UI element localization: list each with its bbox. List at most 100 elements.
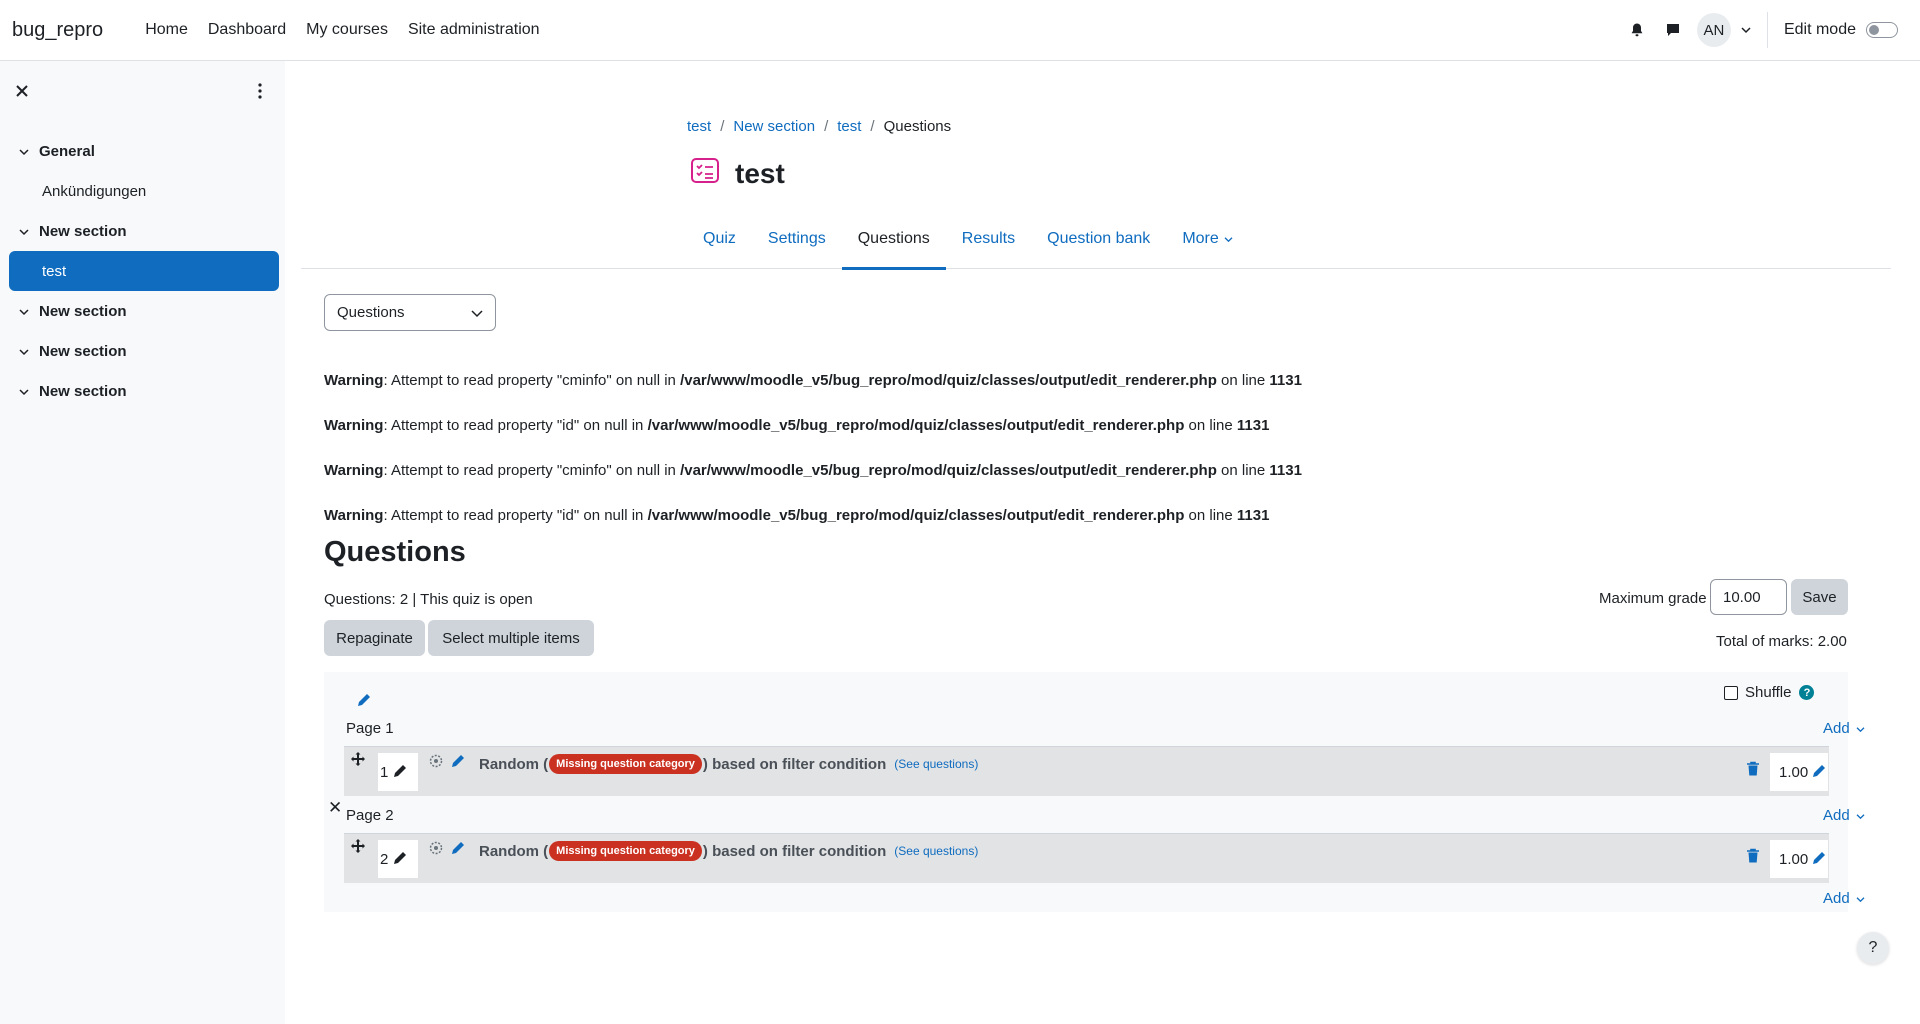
php-warning: Warning: Attempt to read property "id" o… bbox=[324, 417, 1270, 434]
breadcrumb-section[interactable]: New section bbox=[733, 118, 815, 135]
chevron-down-icon bbox=[471, 305, 483, 322]
tab-more-label: More bbox=[1182, 230, 1219, 247]
breadcrumb-course[interactable]: test bbox=[687, 118, 711, 135]
trash-icon[interactable] bbox=[1746, 848, 1760, 869]
nav-site-administration[interactable]: Site administration bbox=[398, 21, 550, 39]
php-warning: Warning: Attempt to read property "cminf… bbox=[324, 462, 1302, 479]
chevron-down-icon[interactable] bbox=[19, 143, 29, 160]
see-questions-link[interactable]: (See questions) bbox=[894, 757, 978, 771]
shuffle-checkbox[interactable] bbox=[1724, 685, 1738, 700]
trash-icon[interactable] bbox=[1746, 761, 1760, 782]
page-header: test bbox=[689, 155, 785, 192]
missing-category-badge: Missing question category bbox=[549, 841, 702, 861]
site-brand[interactable]: bug_repro bbox=[12, 19, 103, 42]
ci-section-new-section[interactable]: New section bbox=[9, 371, 279, 411]
quiz-status: Questions: 2 | This quiz is open bbox=[324, 591, 533, 608]
chevron-down-icon[interactable] bbox=[19, 303, 29, 320]
page-title: test bbox=[735, 157, 785, 189]
chevron-down-icon bbox=[1856, 720, 1865, 737]
repaginate-button[interactable]: Repaginate bbox=[324, 620, 425, 656]
ci-section-general[interactable]: General bbox=[9, 131, 279, 171]
see-questions-link[interactable]: (See questions) bbox=[894, 844, 978, 858]
total-marks: Total of marks: 2.00 bbox=[1716, 633, 1847, 650]
tab-results[interactable]: Results bbox=[946, 209, 1031, 269]
add-menu-page-1[interactable]: Add bbox=[1823, 720, 1865, 737]
shuffle-label: Shuffle bbox=[1745, 684, 1792, 701]
shuffle-control: Shuffle ? bbox=[1724, 684, 1815, 701]
primary-navigation: Home Dashboard My courses Site administr… bbox=[135, 21, 549, 39]
close-icon[interactable] bbox=[12, 81, 32, 101]
pencil-icon[interactable] bbox=[450, 840, 466, 861]
messages-icon[interactable] bbox=[1655, 12, 1691, 48]
chevron-down-icon bbox=[1856, 807, 1865, 824]
main-content: test / New section / test / Questions te… bbox=[285, 61, 1920, 1024]
question-mark[interactable]: 1.00 bbox=[1770, 840, 1828, 878]
user-avatar[interactable]: AN bbox=[1696, 13, 1731, 47]
tab-settings[interactable]: Settings bbox=[752, 209, 842, 269]
question-name: Random (Missing question category) based… bbox=[479, 754, 979, 774]
question-slot: 2 Random (Missing question category) bas… bbox=[344, 833, 1829, 883]
secondary-navigation: Quiz Settings Questions Results Question… bbox=[301, 209, 1891, 270]
tab-quiz[interactable]: Quiz bbox=[687, 209, 752, 269]
tab-questions[interactable]: Questions bbox=[841, 209, 946, 270]
ci-section-new-section[interactable]: New section bbox=[9, 211, 279, 251]
nav-my-courses[interactable]: My courses bbox=[296, 21, 398, 39]
quiz-icon bbox=[689, 155, 721, 192]
add-menu-page-2[interactable]: Add bbox=[1823, 807, 1865, 824]
ci-section-new-section[interactable]: New section bbox=[9, 331, 279, 371]
pencil-icon[interactable] bbox=[356, 692, 372, 713]
edit-mode-toggle[interactable] bbox=[1866, 22, 1898, 38]
question-mark[interactable]: 1.00 bbox=[1770, 753, 1828, 791]
help-icon[interactable]: ? bbox=[1799, 685, 1815, 700]
maximum-grade-input[interactable]: 10.00 bbox=[1710, 579, 1787, 615]
more-options-icon[interactable] bbox=[250, 81, 270, 101]
slot-number[interactable]: 1 bbox=[378, 753, 418, 791]
help-button[interactable]: ? bbox=[1857, 932, 1889, 964]
nav-home[interactable]: Home bbox=[135, 21, 198, 39]
ci-item-ankuendigungen[interactable]: Ankündigungen bbox=[9, 171, 279, 211]
tab-question-bank[interactable]: Question bank bbox=[1031, 209, 1166, 269]
nav-dashboard[interactable]: Dashboard bbox=[198, 21, 296, 39]
pencil-icon[interactable] bbox=[392, 850, 408, 870]
ci-section-label: New section bbox=[39, 382, 127, 400]
ci-section-label: General bbox=[39, 142, 95, 160]
chevron-down-icon[interactable] bbox=[19, 383, 29, 400]
navbar-right: AN Edit mode bbox=[1619, 0, 1898, 60]
pencil-icon[interactable] bbox=[392, 763, 408, 783]
slot-number[interactable]: 2 bbox=[378, 840, 418, 878]
add-menu-end[interactable]: Add bbox=[1823, 890, 1865, 907]
chevron-down-icon[interactable] bbox=[1741, 21, 1751, 39]
questions-navigation-select[interactable]: Questions bbox=[324, 294, 496, 331]
missing-category-badge: Missing question category bbox=[549, 754, 702, 774]
top-navbar: bug_repro Home Dashboard My courses Site… bbox=[0, 0, 1920, 61]
breadcrumb-current: Questions bbox=[883, 118, 952, 135]
question-slot: 1 Random (Missing question category) bas… bbox=[344, 746, 1829, 796]
breadcrumb-quiz[interactable]: test bbox=[837, 118, 861, 135]
ci-item-test-active[interactable]: test bbox=[9, 251, 279, 291]
remove-page-break-icon[interactable]: ✕ bbox=[328, 798, 342, 818]
pencil-icon[interactable] bbox=[1811, 850, 1827, 870]
ci-section-new-section[interactable]: New section bbox=[9, 291, 279, 331]
pencil-icon[interactable] bbox=[1811, 763, 1827, 783]
chevron-down-icon[interactable] bbox=[19, 343, 29, 360]
page-2-label: Page 2 bbox=[346, 807, 394, 824]
chevron-down-icon[interactable] bbox=[19, 223, 29, 240]
navbar-divider bbox=[1766, 12, 1768, 48]
save-button[interactable]: Save bbox=[1791, 579, 1848, 615]
random-question-icon bbox=[428, 753, 444, 774]
question-name: Random (Missing question category) based… bbox=[479, 841, 979, 861]
questions-heading: Questions bbox=[324, 536, 466, 568]
bell-icon[interactable] bbox=[1619, 12, 1655, 48]
move-icon[interactable] bbox=[350, 751, 366, 772]
pencil-icon[interactable] bbox=[450, 753, 466, 774]
tab-more[interactable]: More bbox=[1166, 209, 1248, 269]
ci-section-label: New section bbox=[39, 302, 127, 320]
php-warning: Warning: Attempt to read property "cminf… bbox=[324, 372, 1302, 389]
select-multiple-button[interactable]: Select multiple items bbox=[428, 620, 594, 656]
page-1-label: Page 1 bbox=[346, 720, 394, 737]
quiz-edit-panel: Shuffle ? Page 1 Add 1 Random (Missing q bbox=[324, 672, 1865, 912]
random-question-icon bbox=[428, 840, 444, 861]
move-icon[interactable] bbox=[350, 838, 366, 859]
chevron-down-icon bbox=[1224, 230, 1233, 248]
ci-section-label: New section bbox=[39, 222, 127, 240]
